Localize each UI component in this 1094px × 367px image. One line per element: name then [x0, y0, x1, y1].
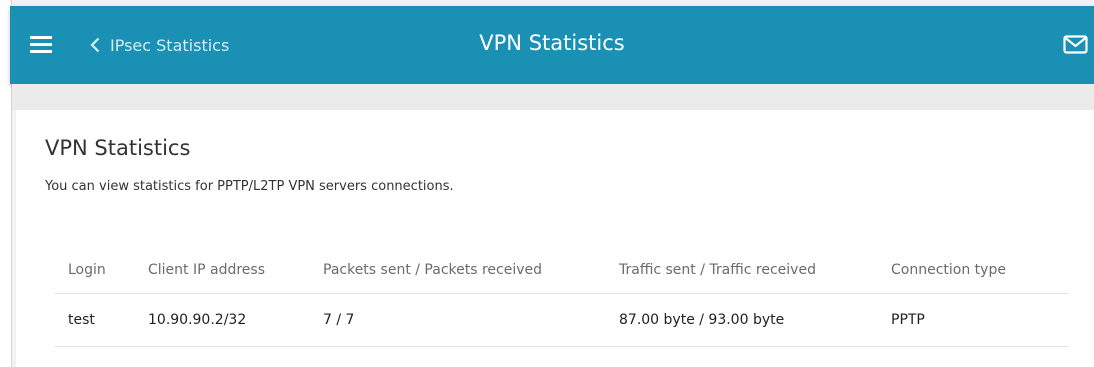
top-header: IPsec Statistics VPN Statistics [10, 6, 1094, 84]
content-card: VPN Statistics You can view statistics f… [16, 110, 1094, 367]
column-header-login: Login [55, 247, 135, 294]
cell-client-ip: 10.90.90.2/32 [135, 293, 310, 347]
envelope-icon[interactable] [1063, 35, 1089, 55]
header-gap [12, 84, 1094, 110]
page-title: VPN Statistics [45, 136, 191, 160]
page-header-title: VPN Statistics [479, 31, 625, 55]
page-description: You can view statistics for PPTP/L2TP VP… [45, 179, 454, 194]
column-header-packets: Packets sent / Packets received [310, 247, 606, 294]
column-header-client-ip: Client IP address [135, 247, 310, 294]
cell-connection-type: PPTP [878, 293, 1068, 347]
column-header-traffic: Traffic sent / Traffic received [606, 247, 878, 294]
column-header-connection-type: Connection type [878, 247, 1068, 294]
cell-traffic: 87.00 byte / 93.00 byte [606, 293, 878, 347]
vpn-stats-table: Login Client IP address Packets sent / P… [55, 247, 1068, 347]
table-header-row: Login Client IP address Packets sent / P… [55, 247, 1068, 294]
app-frame: IPsec Statistics VPN Statistics VPN Stat… [0, 0, 1094, 367]
cell-login: test [55, 293, 135, 347]
cell-packets: 7 / 7 [310, 293, 606, 347]
table-row[interactable]: test 10.90.90.2/32 7 / 7 87.00 byte / 93… [55, 293, 1068, 347]
